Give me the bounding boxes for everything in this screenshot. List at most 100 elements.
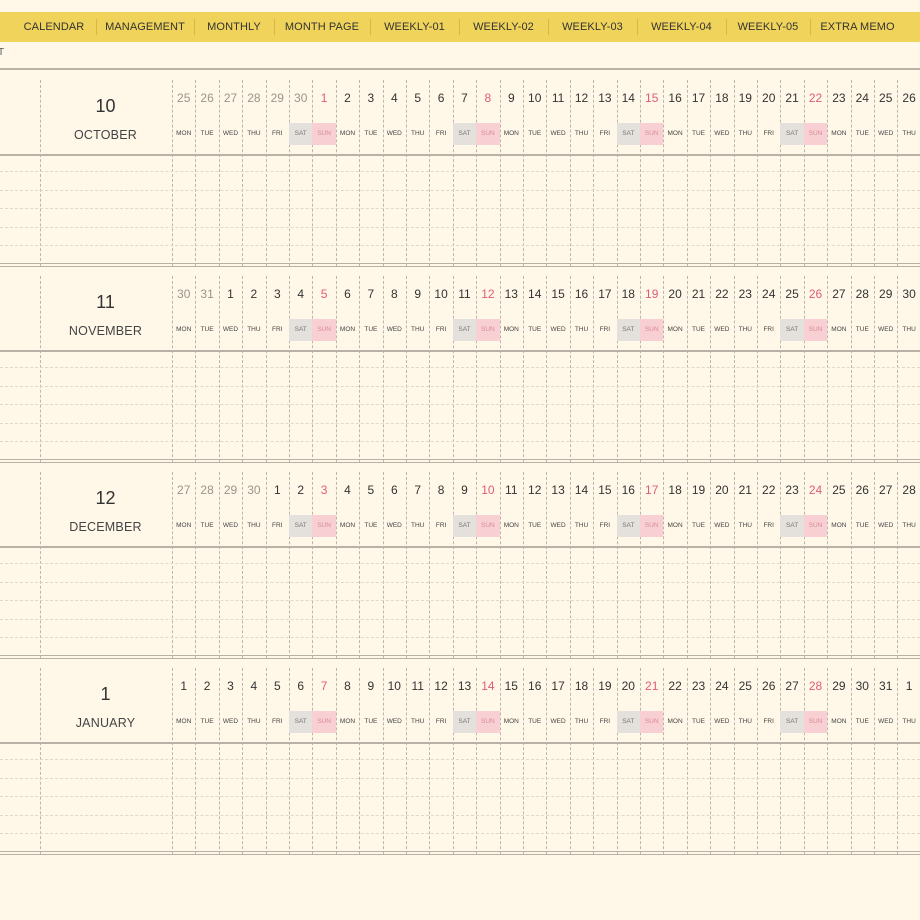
day-number[interactable]: 26 [897, 91, 920, 105]
day-number[interactable]: 20 [663, 287, 686, 301]
day-number[interactable]: 28 [851, 287, 874, 301]
day-number[interactable]: 21 [687, 287, 710, 301]
day-number[interactable]: 5 [359, 483, 382, 497]
day-number[interactable]: 12 [523, 483, 546, 497]
day-number[interactable]: 4 [336, 483, 359, 497]
day-number[interactable]: 14 [570, 483, 593, 497]
note-row[interactable] [0, 208, 920, 209]
day-number[interactable]: 9 [453, 483, 476, 497]
day-number[interactable]: 16 [617, 483, 640, 497]
note-row[interactable] [0, 814, 920, 816]
note-row[interactable] [0, 171, 920, 172]
day-number[interactable]: 30 [242, 483, 265, 497]
day-number[interactable]: 17 [687, 91, 710, 105]
day-number[interactable]: 27 [827, 287, 850, 301]
day-number[interactable]: 13 [500, 287, 523, 301]
day-number[interactable]: 13 [593, 91, 616, 105]
day-number[interactable]: 5 [312, 287, 335, 301]
day-number[interactable]: 3 [359, 91, 382, 105]
day-number[interactable]: 19 [640, 287, 663, 301]
day-number[interactable]: 22 [757, 483, 780, 497]
day-number[interactable]: 9 [500, 91, 523, 105]
day-number[interactable]: 11 [500, 483, 523, 497]
day-number[interactable]: 27 [780, 679, 803, 693]
day-number[interactable]: 25 [172, 91, 195, 105]
day-number[interactable]: 21 [734, 483, 757, 497]
day-number[interactable]: 28 [804, 679, 827, 693]
day-number[interactable]: 8 [336, 679, 359, 693]
day-number[interactable]: 11 [406, 679, 429, 693]
day-number[interactable]: 26 [804, 287, 827, 301]
day-number[interactable]: 16 [570, 287, 593, 301]
day-number[interactable]: 29 [266, 91, 289, 105]
day-number[interactable]: 12 [429, 679, 452, 693]
day-number[interactable]: 8 [429, 483, 452, 497]
tab-calendar[interactable]: CALENDAR [12, 12, 96, 42]
day-number[interactable]: 17 [546, 679, 569, 693]
day-number[interactable]: 4 [242, 679, 265, 693]
day-number[interactable]: 6 [289, 679, 312, 693]
day-number[interactable]: 14 [523, 287, 546, 301]
day-number[interactable]: 26 [851, 483, 874, 497]
day-number[interactable]: 10 [523, 91, 546, 105]
day-number[interactable]: 6 [336, 287, 359, 301]
day-number[interactable]: 30 [897, 287, 920, 301]
day-number[interactable]: 15 [593, 483, 616, 497]
day-number[interactable]: 10 [429, 287, 452, 301]
day-number[interactable]: 5 [266, 679, 289, 693]
day-number[interactable]: 19 [593, 679, 616, 693]
note-row[interactable] [0, 796, 920, 797]
note-row[interactable] [0, 759, 920, 760]
day-number[interactable]: 12 [476, 287, 499, 301]
day-number[interactable]: 2 [195, 679, 218, 693]
day-number[interactable]: 27 [874, 483, 897, 497]
day-number[interactable]: 13 [453, 679, 476, 693]
day-number[interactable]: 2 [336, 91, 359, 105]
day-number[interactable]: 6 [429, 91, 452, 105]
day-number[interactable]: 30 [289, 91, 312, 105]
tab-weekly-04[interactable]: WEEKLY-04 [637, 12, 726, 42]
day-number[interactable]: 30 [851, 679, 874, 693]
day-number[interactable]: 18 [570, 679, 593, 693]
day-number[interactable]: 26 [757, 679, 780, 693]
day-number[interactable]: 1 [172, 679, 195, 693]
tab-weekly-01[interactable]: WEEKLY-01 [370, 12, 459, 42]
day-number[interactable]: 15 [500, 679, 523, 693]
day-number[interactable]: 7 [406, 483, 429, 497]
note-row[interactable] [0, 600, 920, 601]
day-number[interactable]: 5 [406, 91, 429, 105]
day-number[interactable]: 14 [476, 679, 499, 693]
tab-weekly-02[interactable]: WEEKLY-02 [459, 12, 548, 42]
note-row[interactable] [0, 367, 920, 368]
note-row[interactable] [0, 637, 920, 638]
day-number[interactable]: 23 [827, 91, 850, 105]
day-number[interactable]: 15 [640, 91, 663, 105]
day-number[interactable]: 28 [195, 483, 218, 497]
day-number[interactable]: 16 [663, 91, 686, 105]
day-number[interactable]: 19 [687, 483, 710, 497]
day-number[interactable]: 18 [663, 483, 686, 497]
day-number[interactable]: 8 [383, 287, 406, 301]
day-number[interactable]: 25 [874, 91, 897, 105]
note-row[interactable] [0, 245, 920, 246]
day-number[interactable]: 9 [406, 287, 429, 301]
day-number[interactable]: 24 [710, 679, 733, 693]
day-number[interactable]: 13 [546, 483, 569, 497]
day-number[interactable]: 15 [546, 287, 569, 301]
tab-weekly-03[interactable]: WEEKLY-03 [548, 12, 637, 42]
day-number[interactable]: 21 [640, 679, 663, 693]
day-number[interactable]: 25 [734, 679, 757, 693]
day-number[interactable]: 19 [734, 91, 757, 105]
day-number[interactable]: 27 [219, 91, 242, 105]
day-number[interactable]: 18 [617, 287, 640, 301]
tab-weekly-05[interactable]: WEEKLY-05 [726, 12, 810, 42]
day-number[interactable]: 30 [172, 287, 195, 301]
day-number[interactable]: 3 [312, 483, 335, 497]
tab-management[interactable]: MANAGEMENT [96, 12, 194, 42]
day-number[interactable]: 4 [383, 91, 406, 105]
day-number[interactable]: 14 [617, 91, 640, 105]
day-number[interactable]: 11 [453, 287, 476, 301]
note-row[interactable] [0, 422, 920, 424]
day-number[interactable]: 29 [219, 483, 242, 497]
day-number[interactable]: 2 [289, 483, 312, 497]
